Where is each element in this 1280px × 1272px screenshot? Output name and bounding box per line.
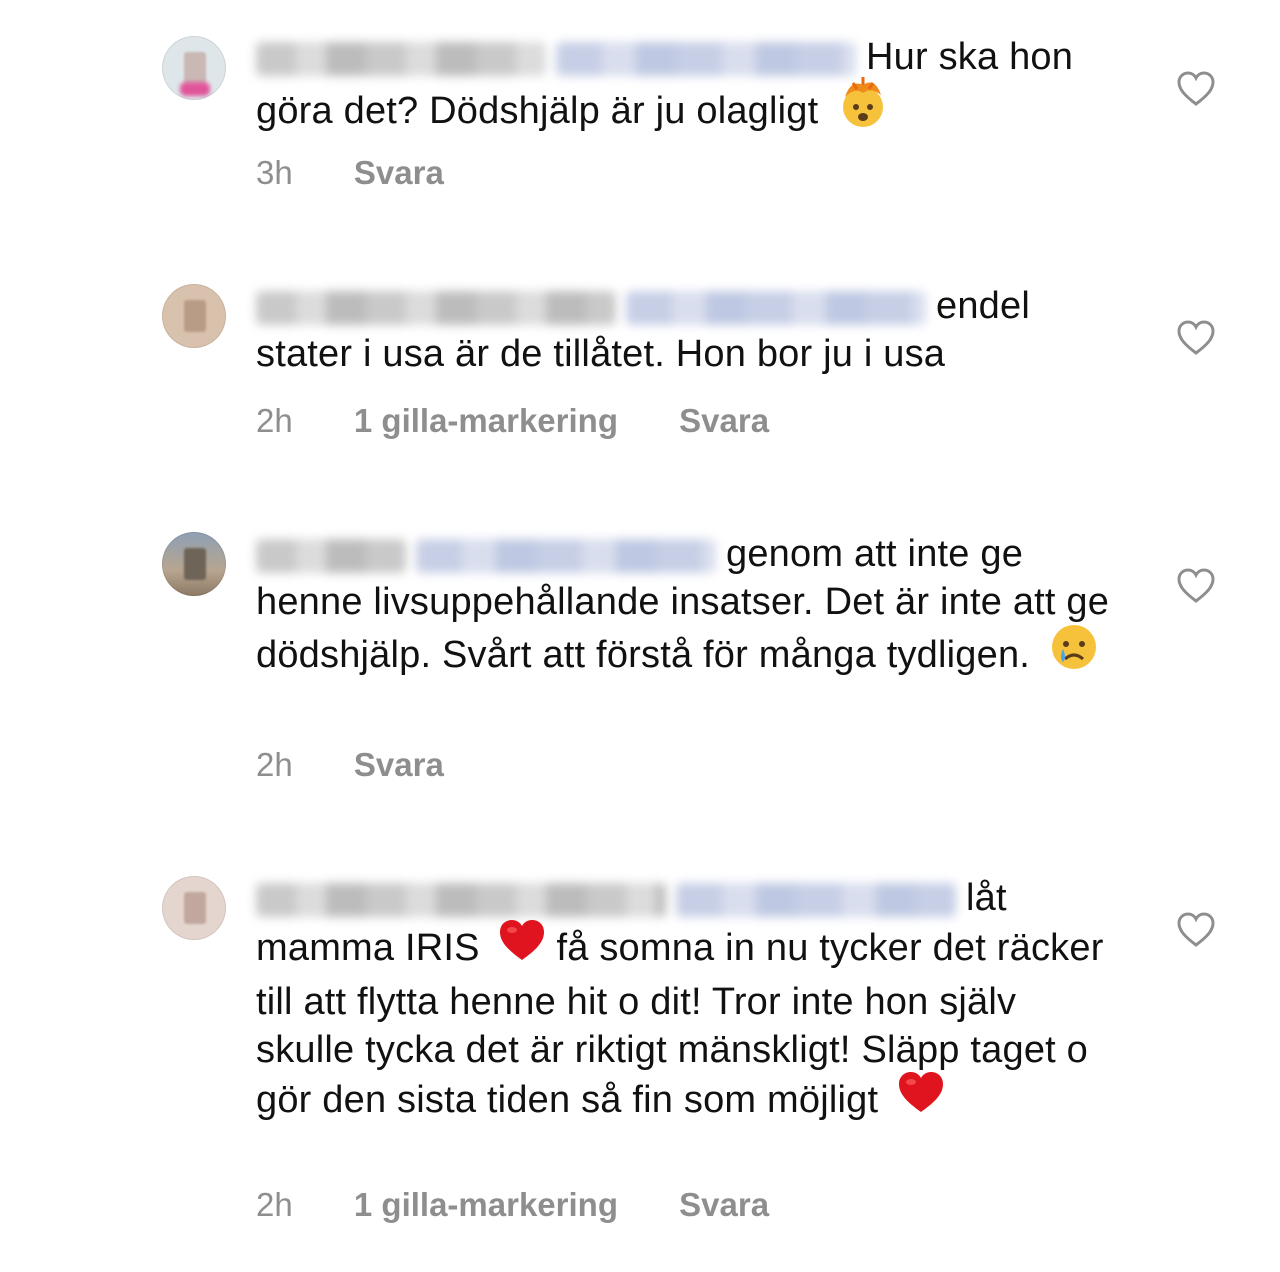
comment-meta: 2h 1 gilla-markering Svara [256,402,821,440]
avatar[interactable] [162,284,226,348]
avatar[interactable] [162,876,226,940]
blurred-mention[interactable] [626,290,926,325]
reply-button[interactable]: Svara [679,402,769,439]
likes-count[interactable]: 1 gilla-markering [354,402,618,439]
heart-icon[interactable] [1176,319,1216,357]
comment-meta: 2h 1 gilla-markering Svara [256,1186,821,1224]
red-heart-emoji [897,1070,945,1126]
heart-icon[interactable] [1176,70,1216,108]
blurred-mention[interactable] [416,538,716,573]
red-heart-emoji [498,918,546,974]
comment-meta: 3h Svara [256,154,496,192]
comment-time: 2h [256,402,293,439]
comment-text: endel stater i usa är de tillåtet. Hon b… [256,282,1116,378]
comment-meta: 2h Svara [256,746,496,784]
blurred-mention[interactable] [556,41,856,76]
reply-button[interactable]: Svara [354,746,444,783]
avatar[interactable] [162,36,226,100]
reply-button[interactable]: Svara [679,1186,769,1223]
blurred-username[interactable] [256,538,406,573]
comment-time: 2h [256,1186,293,1223]
blurred-username[interactable] [256,41,546,76]
heart-icon[interactable] [1176,567,1216,605]
blurred-mention[interactable] [676,882,956,917]
avatar[interactable] [162,532,226,596]
crying-face-emoji [1049,622,1099,684]
comment-text: genom att inte ge henne livsuppehållande… [256,530,1116,688]
comment-time: 3h [256,154,293,191]
heart-icon[interactable] [1176,911,1216,949]
comment-text: Hur ska hon göra det? Dödshjälp är ju ol… [256,33,1116,145]
comment-time: 2h [256,746,293,783]
blurred-username[interactable] [256,290,616,325]
comment-text: låt mamma IRIS få somna in nu tycker det… [256,874,1116,1130]
blurred-username[interactable] [256,882,666,917]
reply-button[interactable]: Svara [354,154,444,191]
exploding-head-emoji [837,77,889,141]
likes-count[interactable]: 1 gilla-markering [354,1186,618,1223]
